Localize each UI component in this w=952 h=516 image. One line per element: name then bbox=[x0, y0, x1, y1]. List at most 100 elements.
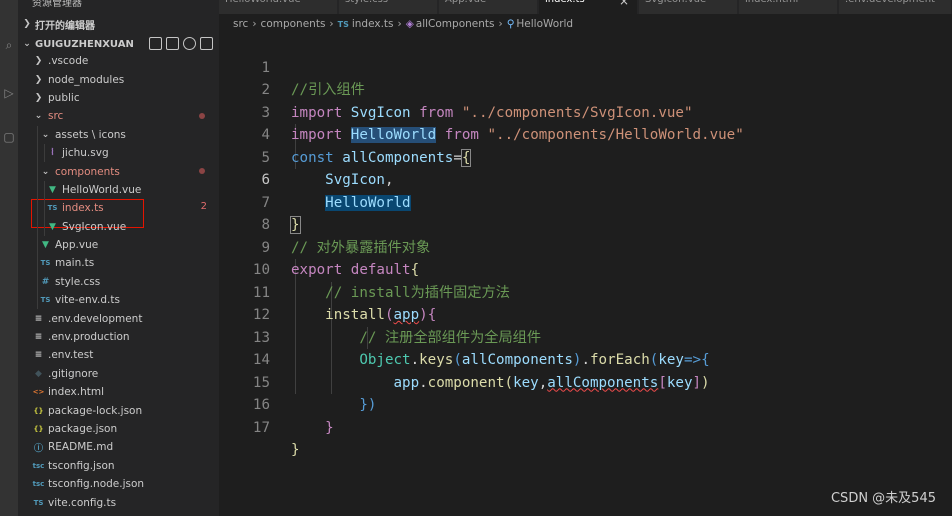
tsconfig-file-icon: tsc bbox=[32, 480, 45, 489]
file-tree-item-label: components bbox=[55, 165, 120, 178]
typescript-file-icon: TS bbox=[40, 259, 51, 268]
chevron-right-icon: › bbox=[329, 18, 334, 30]
vue-file-icon: ▼ bbox=[42, 240, 49, 251]
new-folder-icon[interactable] bbox=[166, 37, 179, 50]
editor-tab[interactable]: index.html bbox=[739, 0, 838, 14]
line-number: 17 bbox=[252, 419, 270, 436]
file-tree-item[interactable]: TS vite.config.ts bbox=[18, 493, 219, 511]
code-line: 11 install(app){ bbox=[219, 259, 952, 324]
code-line: 15 }) bbox=[219, 349, 952, 414]
file-tree-item[interactable]: {} package-lock.json bbox=[18, 401, 219, 419]
breadcrumb-symbol-helloworld[interactable]: HelloWorld bbox=[516, 18, 573, 30]
file-tree-item[interactable]: ⌄ src bbox=[18, 107, 219, 125]
tree-indent-guide bbox=[37, 235, 38, 255]
file-tree-item-label: style.css bbox=[55, 275, 101, 288]
json-file-icon: {} bbox=[33, 425, 44, 433]
extensions-icon[interactable]: ▢ bbox=[2, 130, 16, 144]
editor-tab[interactable]: style.css bbox=[339, 0, 438, 14]
editor-tab-label: HelloWorld.vue bbox=[225, 0, 301, 5]
code-line: 13 Object.keys(allComponents).forEach(ke… bbox=[219, 304, 952, 369]
chevron-right-icon: ❯ bbox=[23, 19, 31, 29]
breadcrumb-file[interactable]: index.ts bbox=[352, 18, 394, 30]
vue-file-icon: ▼ bbox=[49, 184, 56, 195]
file-tree-item[interactable]: <> index.html bbox=[18, 383, 219, 401]
file-tree-item[interactable]: ⌄ assets \ icons bbox=[18, 125, 219, 144]
tree-indent-guide bbox=[44, 217, 45, 236]
breadcrumb-components[interactable]: components bbox=[261, 18, 326, 30]
code-line: 2 import SvgIcon from "../components/Svg… bbox=[219, 57, 952, 121]
run-debug-icon[interactable]: ▷ bbox=[2, 86, 16, 100]
tree-indent-guide bbox=[37, 162, 38, 181]
file-tree-item-label: .env.production bbox=[48, 331, 130, 344]
code-line: 16 } bbox=[219, 372, 952, 436]
file-tree-item[interactable]: ▼ HelloWorld.vue bbox=[18, 180, 219, 200]
collapse-all-icon[interactable] bbox=[200, 37, 213, 50]
explorer-actions bbox=[149, 37, 213, 50]
breadcrumb-src[interactable]: src bbox=[233, 18, 248, 30]
editor-tab-label: .env.development bbox=[845, 0, 935, 5]
property-symbol-icon: ⚲ bbox=[506, 18, 515, 30]
close-icon[interactable]: × bbox=[619, 0, 629, 7]
code-line: 10 // install为插件固定方法 bbox=[219, 237, 952, 301]
editor-tab-bar: HelloWorld.vue style.css App.vue index.ts × S… bbox=[219, 0, 952, 14]
file-tree-item-label: .env.test bbox=[48, 349, 94, 362]
file-tree-item[interactable]: tsc tsconfig.json bbox=[18, 457, 219, 475]
file-tree-item-label: tsconfig.json bbox=[48, 459, 115, 472]
tree-indent-guide bbox=[44, 180, 45, 200]
problem-count-badge: 2 bbox=[200, 201, 207, 213]
file-tree-item[interactable]: ≡ .env.production bbox=[18, 328, 219, 346]
file-tree-item-label: src bbox=[48, 110, 64, 123]
file-tree-item-label: package.json bbox=[48, 423, 118, 435]
file-tree-item[interactable]: ≡ .env.test bbox=[18, 346, 219, 364]
file-tree-item[interactable]: ▼ App.vue bbox=[18, 235, 219, 255]
file-tree-item[interactable]: TS vite-env.d.ts bbox=[18, 291, 219, 310]
file-tree-item[interactable]: ❯ public bbox=[18, 89, 219, 107]
editor-tab-label: SvgIcon.vue bbox=[645, 0, 706, 5]
editor-tab[interactable]: HelloWorld.vue bbox=[219, 0, 338, 14]
file-tree-item-label: .vscode bbox=[48, 55, 89, 68]
file-tree-item-label: jichu.svg bbox=[62, 147, 109, 160]
new-file-icon[interactable] bbox=[149, 37, 162, 50]
chevron-right-icon: ❯ bbox=[34, 74, 43, 85]
activity-bar: ⌕ ▷ ▢ bbox=[0, 0, 18, 516]
search-icon[interactable]: ⌕ bbox=[2, 38, 16, 52]
file-tree-item-label: index.html bbox=[48, 386, 104, 399]
file-tree-item[interactable]: tsc tsconfig.node.json bbox=[18, 475, 219, 493]
file-tree-item[interactable]: ⦚ jichu.svg bbox=[18, 143, 219, 163]
tree-indent-guide bbox=[37, 143, 38, 163]
tsconfig-file-icon: tsc bbox=[32, 461, 45, 470]
file-tree-item[interactable]: ≡ .env.development bbox=[18, 309, 219, 327]
explorer-sidebar: 资源管理器 ❯ 打开的编辑器 ⌄ GUIGUZHENXUAN ❯ .vscode ❯… bbox=[18, 0, 219, 516]
file-tree-item[interactable]: ❯ .vscode bbox=[18, 52, 219, 70]
editor-tab[interactable]: App.vue bbox=[439, 0, 538, 14]
breadcrumb-symbol-allcomponents[interactable]: allComponents bbox=[416, 18, 495, 30]
file-tree-item-label: tsconfig.node.json bbox=[48, 478, 145, 491]
file-tree-item[interactable]: ⓘ README.md bbox=[18, 438, 219, 456]
editor-tab-label: index.html bbox=[745, 0, 798, 5]
editor-tab[interactable]: index.ts × bbox=[539, 0, 638, 14]
chevron-right-icon: › bbox=[397, 18, 402, 30]
file-tree-item[interactable]: {} package.json bbox=[18, 420, 219, 438]
open-editors-section[interactable]: ❯ 打开的编辑器 bbox=[22, 16, 95, 32]
file-tree-item[interactable]: ▼ SvgIcon.vue bbox=[18, 217, 219, 236]
svg-file-icon: ⦚ bbox=[51, 148, 54, 159]
env-file-icon: ≡ bbox=[34, 332, 43, 343]
refresh-icon[interactable] bbox=[183, 37, 196, 50]
tree-indent-guide bbox=[44, 143, 45, 163]
file-tree-item-label: .gitignore bbox=[48, 367, 99, 380]
editor-tab[interactable]: SvgIcon.vue bbox=[639, 0, 738, 14]
file-tree-item[interactable]: ⌄ components bbox=[18, 162, 219, 181]
editor-tab[interactable]: .env.development bbox=[839, 0, 952, 14]
file-tree-item[interactable]: TS index.ts 2 bbox=[18, 199, 219, 229]
code-editor[interactable]: 1 //引入组件 2 import SvgIcon from "../compo… bbox=[219, 34, 952, 516]
chevron-right-icon: › bbox=[252, 18, 257, 30]
tree-indent-guide bbox=[37, 199, 38, 218]
tree-indent-guide bbox=[37, 272, 38, 292]
file-tree-item[interactable]: ❯ node_modules bbox=[18, 70, 219, 88]
file-tree-item[interactable]: # style.css bbox=[18, 272, 219, 292]
file-tree-item[interactable]: TS main.ts bbox=[18, 254, 219, 273]
code-line: 14 app.component(key,allComponents[key]) bbox=[219, 327, 952, 391]
file-tree-item[interactable]: ◆ .gitignore bbox=[18, 365, 219, 383]
workspace-root[interactable]: ⌄ GUIGUZHENXUAN bbox=[18, 35, 219, 53]
editor-tab-label: App.vue bbox=[445, 0, 486, 5]
